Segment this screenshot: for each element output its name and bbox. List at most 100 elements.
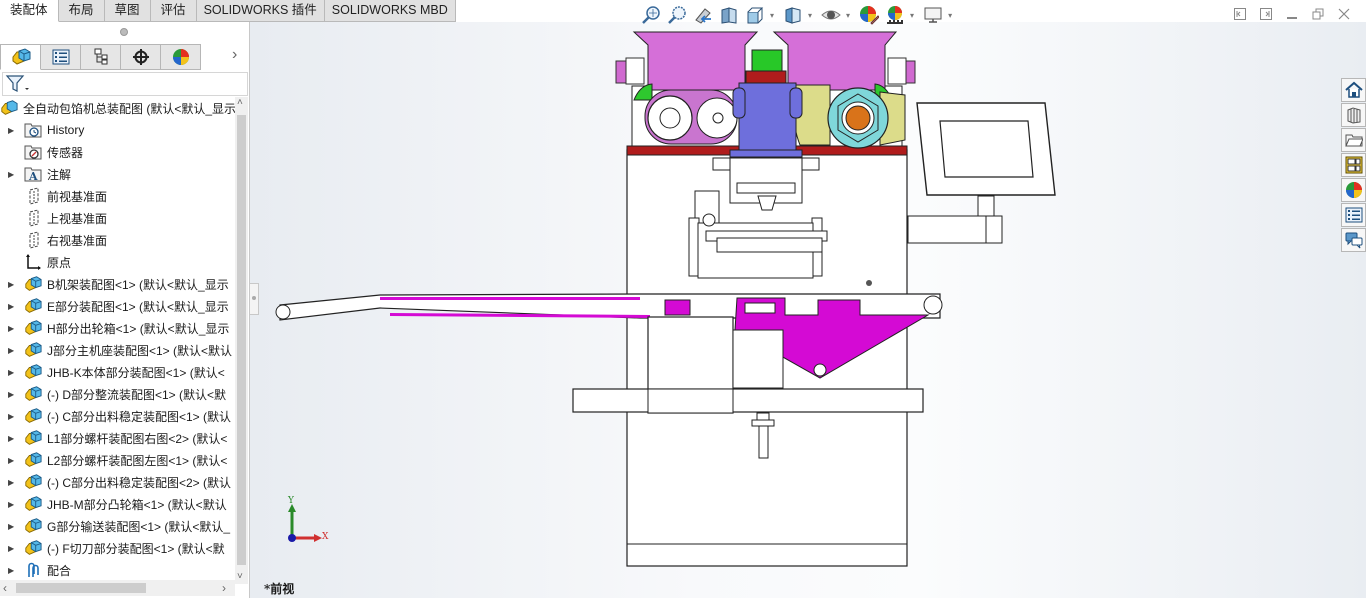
tree-item[interactable]: ▶ (-) C部分出料稳定装配图<1> (默认 [0,405,235,427]
tree-item[interactable]: ▶ H部分出轮箱<1> (默认<默认_显示 [0,317,235,339]
view-orientation-dropdown-caret[interactable]: ▾ [770,11,774,20]
close-button[interactable] [1336,6,1352,22]
expand-arrow-icon[interactable]: ▶ [8,434,16,443]
tree-item[interactable]: ▶ (-) C部分出料稳定装配图<2> (默认 [0,471,235,493]
tree-item-label: 配合 [47,563,72,578]
machine-assembly-model[interactable] [250,22,1366,598]
filter-icon[interactable] [5,74,31,94]
tree-item[interactable]: 右视基准面 [0,229,235,251]
view-palette-tab[interactable] [1341,153,1366,177]
tile-left-button[interactable] [1232,6,1248,22]
solidworks-resources-tab[interactable] [1341,78,1366,102]
tree-item[interactable]: 前视基准面 [0,185,235,207]
edit-appearance-button[interactable] [858,4,880,26]
tree-item[interactable]: ▶ G部分输送装配图<1> (默认<默认_ [0,515,235,537]
expand-arrow-icon[interactable]: ▶ [8,324,16,333]
tree-item[interactable]: 传感器 [0,141,235,163]
tree-item[interactable]: ▶ L2部分螺杆装配图左图<1> (默认< [0,449,235,471]
tree-item[interactable]: ▶ JHB-K本体部分装配图<1> (默认< [0,361,235,383]
graphics-area[interactable] [250,22,1366,598]
tree-item[interactable]: ▶ B机架装配图<1> (默认<默认_显示 [0,273,235,295]
tree-item[interactable]: ▶ L1部分螺杆装配图右图<2> (默认< [0,427,235,449]
custom-properties-tab[interactable] [1341,203,1366,227]
tree-horizontal-scrollbar[interactable]: ‹ › [0,580,235,596]
section-view-button[interactable] [718,4,740,26]
forum-tab[interactable] [1341,228,1366,252]
scroll-down-arrow[interactable]: ˅ [237,571,243,582]
edit-appearance-icon [860,6,880,25]
previous-view-button[interactable] [692,4,714,26]
configurationmanager-tab[interactable] [81,44,121,70]
zoom-to-fit-button[interactable] [640,4,662,26]
expand-arrow-icon[interactable]: ▶ [8,522,16,531]
expand-arrow-icon[interactable]: ▶ [8,456,16,465]
expand-arrow-icon[interactable]: ▶ [8,126,16,135]
tab-sketch[interactable]: 草图 [104,0,151,22]
minimize-button[interactable] [1284,6,1300,22]
tree-item-label: History [47,123,85,137]
panel-tabs-next-arrow[interactable]: › [232,46,237,64]
tab-evaluate[interactable]: 评估 [150,0,197,22]
tree-item[interactable]: ▶ E部分装配图<1> (默认<默认_显示 [0,295,235,317]
tree-vertical-scrollbar[interactable]: ˄ ˅ [235,97,248,584]
scroll-right-arrow[interactable]: › [222,581,226,595]
expand-arrow-icon[interactable]: ▶ [8,346,16,355]
design-library-tab[interactable] [1341,103,1366,127]
tree-item[interactable]: ▶ J部分主机座装配图<1> (默认<默认 [0,339,235,361]
panel-splitter-handle[interactable] [250,283,259,315]
panel-grip[interactable] [120,28,128,36]
display-style-button[interactable] [782,4,804,26]
tree-item[interactable]: ▶ (-) D部分整流装配图<1> (默认<默 [0,383,235,405]
tree-item-label: H部分出轮箱<1> (默认<默认_显示 [47,321,230,336]
view-settings-dropdown-caret[interactable]: ▾ [948,11,952,20]
expand-arrow-icon[interactable]: ▶ [8,412,16,421]
apply-scene-button[interactable] [884,4,906,26]
tree-item[interactable]: ▶ (-) F切刀部分装配图<1> (默认<默 [0,537,235,559]
appearances-tab[interactable] [1341,178,1366,202]
tree-item[interactable]: 上视基准面 [0,207,235,229]
restore-button[interactable] [1310,6,1326,22]
tab-solidworks-mbd[interactable]: SOLIDWORKS MBD [324,0,456,22]
expand-arrow-icon[interactable]: ▶ [8,566,16,575]
horizontal-scroll-thumb[interactable] [16,583,146,593]
file-explorer-tab[interactable] [1341,128,1366,152]
dimxpertmanager-tab[interactable] [121,44,161,70]
tab-layout[interactable]: 布局 [58,0,105,22]
expand-arrow-icon[interactable]: ▶ [8,280,16,289]
panel-tabs [0,44,201,70]
filter-bar[interactable] [2,72,248,96]
tree-item[interactable]: 原点 [0,251,235,273]
scroll-left-arrow[interactable]: ‹ [3,581,7,595]
display-style-dropdown-caret[interactable]: ▾ [808,11,812,20]
propertymanager-tab[interactable] [41,44,81,70]
vertical-scroll-thumb[interactable] [237,115,246,565]
sensor-folder-icon [24,143,42,161]
expand-arrow-icon[interactable]: ▶ [8,170,16,179]
expand-arrow-icon[interactable]: ▶ [8,478,16,487]
subassembly-icon [24,341,42,359]
tree-item[interactable]: ▶ History [0,119,235,141]
view-settings-button[interactable] [922,4,944,26]
expand-arrow-icon[interactable]: ▶ [8,390,16,399]
expand-arrow-icon[interactable]: ▶ [8,544,16,553]
expand-arrow-icon[interactable]: ▶ [8,500,16,509]
apply-scene-dropdown-caret[interactable]: ▾ [910,11,914,20]
tab-solidworks-addins[interactable]: SOLIDWORKS 插件 [196,0,325,22]
zoom-to-area-button[interactable] [666,4,688,26]
scroll-up-arrow[interactable]: ˄ [237,97,243,108]
expand-arrow-icon[interactable]: ▶ [8,302,16,311]
view-orientation-button[interactable] [744,4,766,26]
crosshair-icon [132,49,149,65]
tile-right-button[interactable] [1258,6,1274,22]
hide-show-dropdown-caret[interactable]: ▾ [846,11,850,20]
tree-root-assembly[interactable]: 全自动包馅机总装配图 (默认<默认_显示 [0,97,235,119]
tree-item[interactable]: ▶ A 注解 [0,163,235,185]
hide-show-items-button[interactable] [820,4,842,26]
tree-item[interactable]: ▶ 配合 [0,559,235,581]
expand-arrow-icon[interactable]: ▶ [8,368,16,377]
tab-assembly[interactable]: 装配体 [0,0,59,22]
tree-item[interactable]: ▶ JHB-M部分凸轮箱<1> (默认<默认 [0,493,235,515]
subassembly-icon [24,319,42,337]
displaymanager-tab[interactable] [161,44,201,70]
featuremanager-tab[interactable] [0,44,41,70]
